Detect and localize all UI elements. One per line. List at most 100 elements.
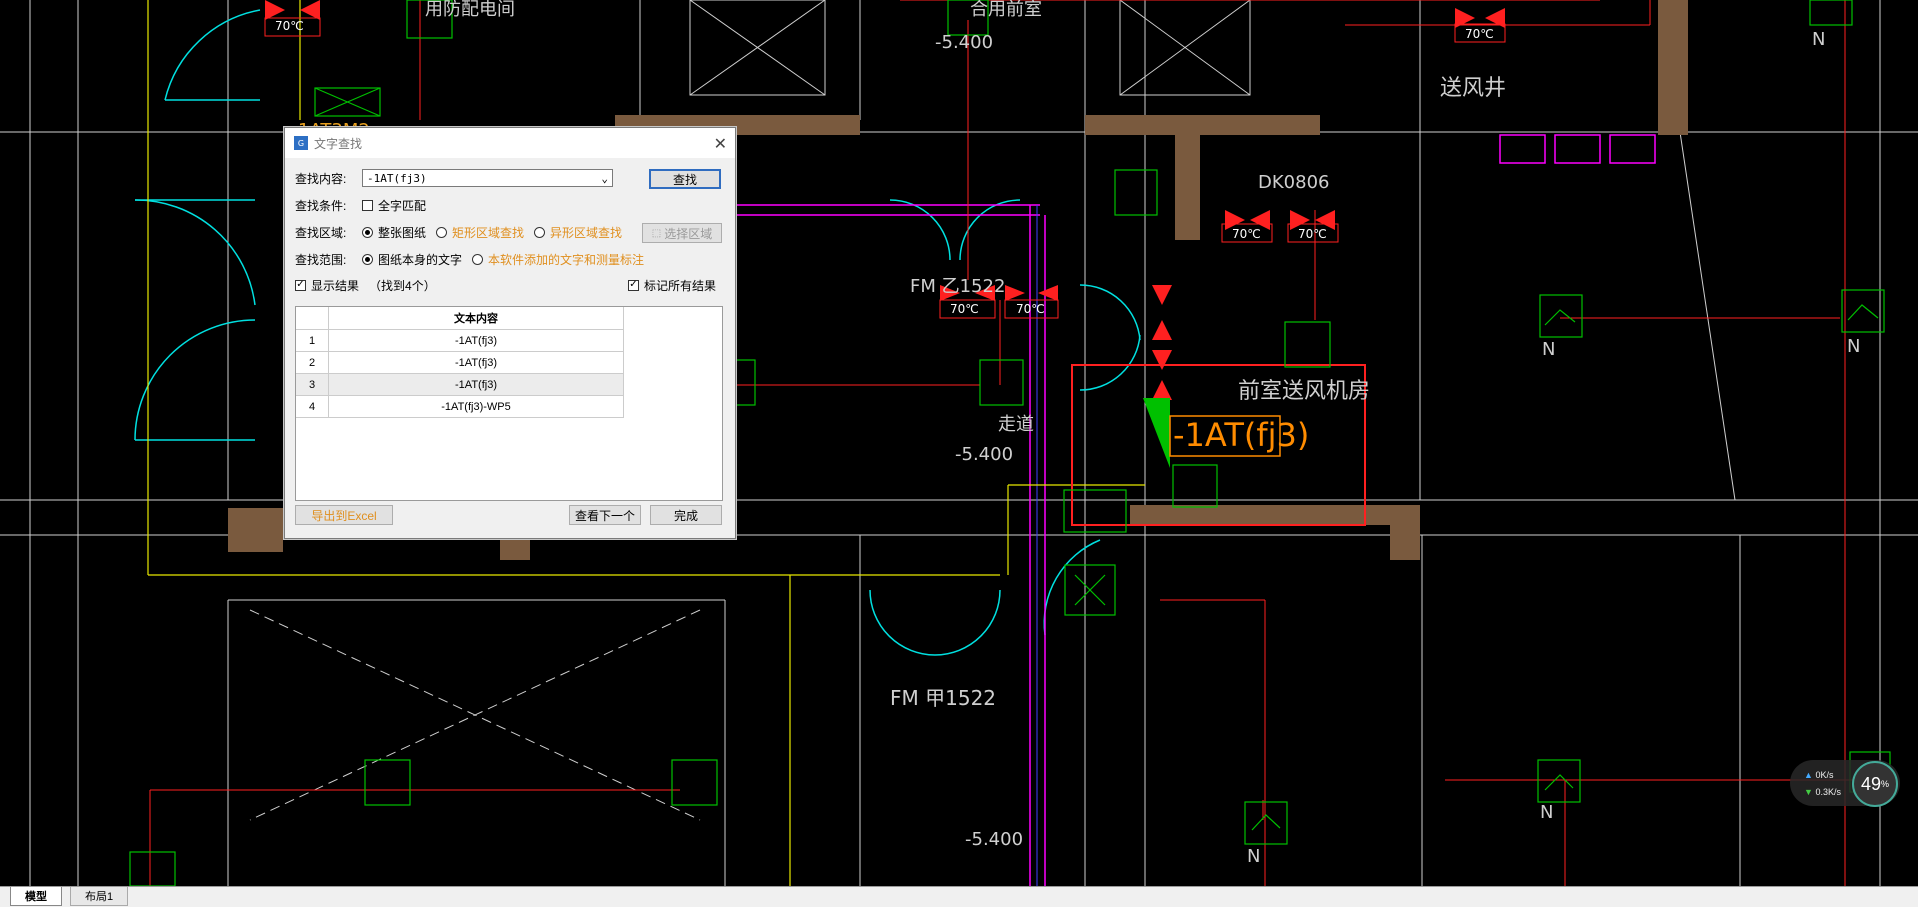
radio-icon[interactable] bbox=[362, 226, 373, 238]
select-area-label: 选择区域 bbox=[664, 226, 713, 241]
scope-option-label: 本软件添加的文字和测量标注 bbox=[488, 252, 645, 267]
upload-arrow-icon: ▲ bbox=[1804, 770, 1813, 780]
usage-unit: % bbox=[1881, 779, 1890, 789]
svg-text:N: N bbox=[1542, 339, 1555, 360]
scope-option-drawing[interactable]: 图纸本身的文字 bbox=[362, 251, 462, 268]
whole-match-checkbox[interactable]: 全字匹配 bbox=[362, 197, 426, 214]
row-text: -1AT(fj3) bbox=[328, 373, 624, 396]
table-row[interactable]: 4 -1AT(fj3)-WP5 bbox=[296, 395, 624, 418]
svg-text:-5.400: -5.400 bbox=[965, 829, 1023, 850]
download-rate: 0.3K/s bbox=[1815, 787, 1841, 797]
text-column-header: 文本内容 bbox=[328, 307, 624, 330]
svg-text:70℃: 70℃ bbox=[275, 19, 304, 33]
layout-tab-bar: 模型 布局1 bbox=[0, 886, 1918, 907]
chevron-down-icon[interactable]: ⌄ bbox=[601, 172, 608, 185]
results-table: 文本内容 1 -1AT(fj3) 2 -1AT(fj3) 3 -1AT(fj3)… bbox=[295, 306, 723, 501]
search-value: -1AT(fj3) bbox=[367, 171, 427, 185]
scope-option-added[interactable]: 本软件添加的文字和测量标注 bbox=[472, 251, 644, 268]
radio-icon[interactable] bbox=[534, 226, 546, 238]
svg-text:-5.400: -5.400 bbox=[935, 32, 993, 53]
checkbox-box[interactable] bbox=[362, 199, 373, 211]
svg-text:FM 甲1522: FM 甲1522 bbox=[890, 686, 996, 710]
svg-text:DK0806: DK0806 bbox=[1258, 172, 1329, 193]
index-column-header bbox=[296, 307, 329, 330]
svg-text:前室送风机房: 前室送风机房 bbox=[1238, 379, 1370, 404]
table-header-row: 文本内容 bbox=[296, 307, 624, 330]
svg-text:70℃: 70℃ bbox=[950, 302, 979, 316]
mark-all-checkbox[interactable]: ✓ 标记所有结果 bbox=[628, 277, 716, 294]
radio-icon[interactable] bbox=[472, 253, 484, 265]
row-text: -1AT(fj3)-WP5 bbox=[328, 395, 624, 418]
svg-text:送风井: 送风井 bbox=[1440, 76, 1506, 101]
svg-text:N: N bbox=[1812, 29, 1825, 50]
find-button[interactable]: 查找 bbox=[649, 169, 721, 189]
export-excel-button[interactable]: 导出到Excel bbox=[295, 505, 393, 525]
row-index: 2 bbox=[296, 351, 329, 374]
svg-text:用防配电间: 用防配电间 bbox=[425, 0, 515, 20]
svg-text:70℃: 70℃ bbox=[1232, 227, 1261, 241]
row-text: -1AT(fj3) bbox=[328, 329, 624, 352]
whole-match-label: 全字匹配 bbox=[378, 198, 427, 213]
svg-text:N: N bbox=[1847, 336, 1860, 357]
area-option-label: 整张图纸 bbox=[378, 225, 427, 240]
area-option-rect[interactable]: 矩形区域查找 bbox=[436, 224, 524, 241]
select-area-icon: ⬚ bbox=[651, 227, 662, 239]
condition-row: 查找条件: 全字匹配 bbox=[295, 195, 436, 215]
search-input[interactable]: -1AT(fj3) ⌄ bbox=[362, 169, 613, 187]
area-option-whole[interactable]: 整张图纸 bbox=[362, 224, 426, 241]
upload-rate: 0K/s bbox=[1815, 770, 1834, 780]
svg-text:合用前室: 合用前室 bbox=[970, 0, 1042, 20]
scope-label: 查找范围: bbox=[295, 252, 347, 267]
svg-text:70℃: 70℃ bbox=[1465, 27, 1494, 41]
highlight-marker bbox=[1143, 398, 1170, 468]
network-rates: ▲ 0K/s ▼ 0.3K/s bbox=[1804, 767, 1841, 801]
search-row: 查找内容: -1AT(fj3) ⌄ bbox=[295, 168, 613, 188]
mark-all-label: 标记所有结果 bbox=[644, 278, 717, 293]
table-row[interactable]: 1 -1AT(fj3) bbox=[296, 329, 624, 352]
result-count: （找到4个） bbox=[369, 278, 436, 293]
area-option-label: 矩形区域查找 bbox=[452, 225, 525, 240]
radio-icon[interactable] bbox=[362, 253, 373, 265]
network-speed-widget[interactable]: ▲ 0K/s ▼ 0.3K/s 49% bbox=[1790, 760, 1900, 807]
svg-text:70℃: 70℃ bbox=[1298, 227, 1327, 241]
found-text-label: -1AT(fj3) bbox=[1173, 416, 1309, 454]
select-area-button[interactable]: ⬚ 选择区域 bbox=[642, 223, 722, 243]
row-text: -1AT(fj3) bbox=[328, 351, 624, 374]
search-label: 查找内容: bbox=[295, 171, 347, 186]
svg-text:N: N bbox=[1247, 846, 1260, 867]
svg-text:走道: 走道 bbox=[998, 414, 1034, 435]
checkbox-box[interactable]: ✓ bbox=[628, 279, 639, 291]
row-index: 1 bbox=[296, 329, 329, 352]
tab-model[interactable]: 模型 bbox=[10, 887, 62, 906]
scope-row: 查找范围: 图纸本身的文字 本软件添加的文字和测量标注 bbox=[295, 249, 654, 269]
radio-icon[interactable] bbox=[436, 226, 448, 238]
table-row[interactable]: 2 -1AT(fj3) bbox=[296, 351, 624, 374]
svg-text:-5.400: -5.400 bbox=[955, 444, 1013, 465]
show-results-label: 显示结果 bbox=[311, 278, 360, 293]
tab-layout1[interactable]: 布局1 bbox=[70, 887, 129, 906]
show-results-row: ✓ 显示结果 （找到4个） bbox=[295, 275, 436, 295]
area-label: 查找区域: bbox=[295, 225, 347, 240]
find-text-dialog: G 文字查找 ✕ 查找内容: -1AT(fj3) ⌄ 查找 查找条件: 全字匹配… bbox=[284, 127, 736, 539]
close-icon[interactable]: ✕ bbox=[714, 134, 727, 154]
svg-text:N: N bbox=[1540, 802, 1553, 823]
scope-option-label: 图纸本身的文字 bbox=[378, 252, 463, 267]
dialog-titlebar[interactable]: G 文字查找 ✕ bbox=[285, 128, 735, 158]
done-button[interactable]: 完成 bbox=[650, 505, 722, 525]
area-option-label: 异形区域查找 bbox=[550, 225, 623, 240]
svg-text:70℃: 70℃ bbox=[1016, 302, 1045, 316]
usage-gauge: 49% bbox=[1852, 761, 1898, 807]
download-arrow-icon: ▼ bbox=[1804, 787, 1813, 797]
svg-text:FM 乙1522: FM 乙1522 bbox=[910, 276, 1005, 297]
row-index: 3 bbox=[296, 373, 329, 396]
condition-label: 查找条件: bbox=[295, 198, 347, 213]
show-results-checkbox[interactable]: ✓ 显示结果 bbox=[295, 277, 359, 294]
usage-percent: 49 bbox=[1860, 773, 1881, 794]
app-icon: G bbox=[294, 136, 308, 150]
view-next-button[interactable]: 查看下一个 bbox=[569, 505, 641, 525]
area-option-irregular[interactable]: 异形区域查找 bbox=[534, 224, 622, 241]
dialog-title: 文字查找 bbox=[314, 136, 363, 151]
table-row-selected[interactable]: 3 -1AT(fj3) bbox=[296, 373, 624, 396]
checkbox-box[interactable]: ✓ bbox=[295, 279, 306, 291]
row-index: 4 bbox=[296, 395, 329, 418]
